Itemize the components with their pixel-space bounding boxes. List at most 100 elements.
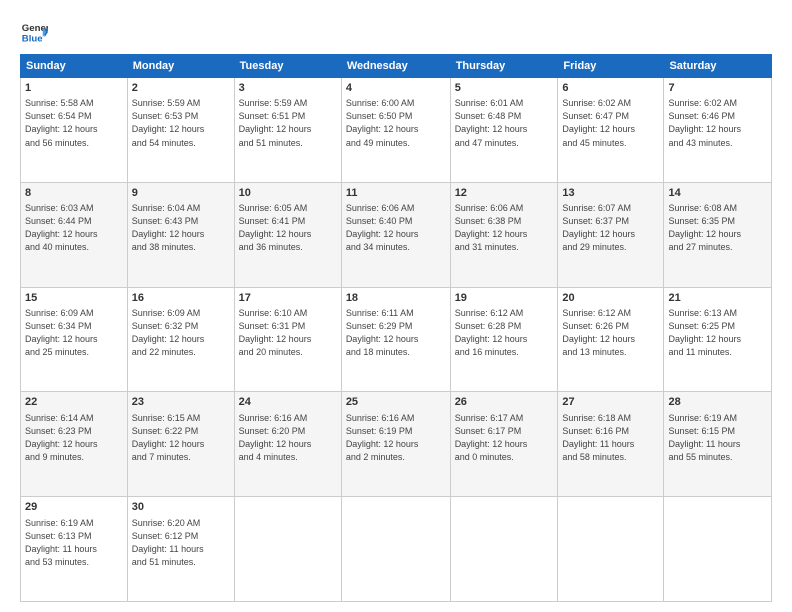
col-header-sunday: Sunday xyxy=(21,55,128,78)
calendar-cell: 8Sunrise: 6:03 AMSunset: 6:44 PMDaylight… xyxy=(21,182,128,287)
day-info: Sunrise: 6:13 AMSunset: 6:25 PMDaylight:… xyxy=(668,307,767,359)
day-info: Sunrise: 6:20 AMSunset: 6:12 PMDaylight:… xyxy=(132,517,230,569)
day-number: 6 xyxy=(562,81,659,96)
calendar-cell: 12Sunrise: 6:06 AMSunset: 6:38 PMDayligh… xyxy=(450,182,558,287)
calendar-cell: 18Sunrise: 6:11 AMSunset: 6:29 PMDayligh… xyxy=(341,287,450,392)
calendar-week-row: 29 Sunrise: 6:19 AMSunset: 6:13 PMDayligh… xyxy=(21,497,772,602)
logo: General Blue xyxy=(20,18,48,46)
day-info: Sunrise: 6:14 AMSunset: 6:23 PMDaylight:… xyxy=(25,412,123,464)
day-info: Sunrise: 6:11 AMSunset: 6:29 PMDaylight:… xyxy=(346,307,446,359)
day-info: Sunrise: 6:00 AMSunset: 6:50 PMDaylight:… xyxy=(346,97,446,149)
day-number: 28 xyxy=(668,395,767,410)
calendar-cell: 28 Sunrise: 6:19 AMSunset: 6:15 PMDayligh… xyxy=(664,392,772,497)
col-header-tuesday: Tuesday xyxy=(234,55,341,78)
page-header: General Blue xyxy=(20,18,772,46)
col-header-monday: Monday xyxy=(127,55,234,78)
calendar-cell: 27 Sunrise: 6:18 AMSunset: 6:16 PMDayligh… xyxy=(558,392,664,497)
calendar-cell: 3Sunrise: 5:59 AMSunset: 6:51 PMDaylight… xyxy=(234,78,341,183)
day-info: Sunrise: 6:16 AMSunset: 6:20 PMDaylight:… xyxy=(239,412,337,464)
day-number: 22 xyxy=(25,395,123,410)
day-info: Sunrise: 6:02 AMSunset: 6:46 PMDaylight:… xyxy=(668,97,767,149)
col-header-friday: Friday xyxy=(558,55,664,78)
calendar-table: SundayMondayTuesdayWednesdayThursdayFrid… xyxy=(20,54,772,602)
calendar-week-row: 1Sunrise: 5:58 AMSunset: 6:54 PMDaylight… xyxy=(21,78,772,183)
day-info: Sunrise: 6:09 AMSunset: 6:32 PMDaylight:… xyxy=(132,307,230,359)
calendar-cell: 5Sunrise: 6:01 AMSunset: 6:48 PMDaylight… xyxy=(450,78,558,183)
day-number: 18 xyxy=(346,291,446,306)
day-info: Sunrise: 5:59 AMSunset: 6:53 PMDaylight:… xyxy=(132,97,230,149)
day-number: 8 xyxy=(25,186,123,201)
day-info: Sunrise: 6:09 AMSunset: 6:34 PMDaylight:… xyxy=(25,307,123,359)
day-number: 3 xyxy=(239,81,337,96)
day-number: 26 xyxy=(455,395,554,410)
calendar-cell: 10Sunrise: 6:05 AMSunset: 6:41 PMDayligh… xyxy=(234,182,341,287)
day-info: Sunrise: 6:02 AMSunset: 6:47 PMDaylight:… xyxy=(562,97,659,149)
day-number: 14 xyxy=(668,186,767,201)
day-number: 1 xyxy=(25,81,123,96)
day-number: 11 xyxy=(346,186,446,201)
col-header-thursday: Thursday xyxy=(450,55,558,78)
calendar-cell: 7Sunrise: 6:02 AMSunset: 6:46 PMDaylight… xyxy=(664,78,772,183)
day-number: 30 xyxy=(132,500,230,515)
day-number: 16 xyxy=(132,291,230,306)
day-number: 13 xyxy=(562,186,659,201)
day-info: Sunrise: 6:04 AMSunset: 6:43 PMDaylight:… xyxy=(132,202,230,254)
day-info: Sunrise: 5:58 AMSunset: 6:54 PMDaylight:… xyxy=(25,97,123,149)
day-info: Sunrise: 6:15 AMSunset: 6:22 PMDaylight:… xyxy=(132,412,230,464)
day-number: 21 xyxy=(668,291,767,306)
day-info: Sunrise: 6:18 AMSunset: 6:16 PMDaylight:… xyxy=(562,412,659,464)
calendar-cell: 30 Sunrise: 6:20 AMSunset: 6:12 PMDayligh… xyxy=(127,497,234,602)
day-info: Sunrise: 6:06 AMSunset: 6:40 PMDaylight:… xyxy=(346,202,446,254)
day-number: 2 xyxy=(132,81,230,96)
day-info: Sunrise: 6:03 AMSunset: 6:44 PMDaylight:… xyxy=(25,202,123,254)
calendar-cell: 23 Sunrise: 6:15 AMSunset: 6:22 PMDayligh… xyxy=(127,392,234,497)
calendar-cell: 6Sunrise: 6:02 AMSunset: 6:47 PMDaylight… xyxy=(558,78,664,183)
day-info: Sunrise: 6:19 AMSunset: 6:13 PMDaylight:… xyxy=(25,517,123,569)
calendar-cell: 13Sunrise: 6:07 AMSunset: 6:37 PMDayligh… xyxy=(558,182,664,287)
day-number: 15 xyxy=(25,291,123,306)
day-info: Sunrise: 6:12 AMSunset: 6:28 PMDaylight:… xyxy=(455,307,554,359)
day-info: Sunrise: 6:01 AMSunset: 6:48 PMDaylight:… xyxy=(455,97,554,149)
day-info: Sunrise: 6:10 AMSunset: 6:31 PMDaylight:… xyxy=(239,307,337,359)
calendar-cell xyxy=(450,497,558,602)
calendar-cell xyxy=(234,497,341,602)
calendar-cell: 4Sunrise: 6:00 AMSunset: 6:50 PMDaylight… xyxy=(341,78,450,183)
day-number: 29 xyxy=(25,500,123,515)
day-info: Sunrise: 6:06 AMSunset: 6:38 PMDaylight:… xyxy=(455,202,554,254)
calendar-cell: 16Sunrise: 6:09 AMSunset: 6:32 PMDayligh… xyxy=(127,287,234,392)
calendar-cell: 11Sunrise: 6:06 AMSunset: 6:40 PMDayligh… xyxy=(341,182,450,287)
day-number: 17 xyxy=(239,291,337,306)
calendar-cell xyxy=(664,497,772,602)
day-info: Sunrise: 6:05 AMSunset: 6:41 PMDaylight:… xyxy=(239,202,337,254)
col-header-wednesday: Wednesday xyxy=(341,55,450,78)
day-info: Sunrise: 6:19 AMSunset: 6:15 PMDaylight:… xyxy=(668,412,767,464)
calendar-header-row: SundayMondayTuesdayWednesdayThursdayFrid… xyxy=(21,55,772,78)
day-number: 25 xyxy=(346,395,446,410)
day-info: Sunrise: 5:59 AMSunset: 6:51 PMDaylight:… xyxy=(239,97,337,149)
day-info: Sunrise: 6:17 AMSunset: 6:17 PMDaylight:… xyxy=(455,412,554,464)
calendar-week-row: 8Sunrise: 6:03 AMSunset: 6:44 PMDaylight… xyxy=(21,182,772,287)
day-number: 20 xyxy=(562,291,659,306)
day-number: 23 xyxy=(132,395,230,410)
day-info: Sunrise: 6:08 AMSunset: 6:35 PMDaylight:… xyxy=(668,202,767,254)
calendar-week-row: 22 Sunrise: 6:14 AMSunset: 6:23 PMDayligh… xyxy=(21,392,772,497)
calendar-cell: 25Sunrise: 6:16 AMSunset: 6:19 PMDayligh… xyxy=(341,392,450,497)
day-info: Sunrise: 6:12 AMSunset: 6:26 PMDaylight:… xyxy=(562,307,659,359)
day-number: 7 xyxy=(668,81,767,96)
calendar-cell: 19Sunrise: 6:12 AMSunset: 6:28 PMDayligh… xyxy=(450,287,558,392)
day-number: 4 xyxy=(346,81,446,96)
calendar-cell: 22 Sunrise: 6:14 AMSunset: 6:23 PMDayligh… xyxy=(21,392,128,497)
calendar-cell: 17Sunrise: 6:10 AMSunset: 6:31 PMDayligh… xyxy=(234,287,341,392)
day-number: 19 xyxy=(455,291,554,306)
calendar-cell: 26 Sunrise: 6:17 AMSunset: 6:17 PMDayligh… xyxy=(450,392,558,497)
day-number: 27 xyxy=(562,395,659,410)
calendar-cell xyxy=(341,497,450,602)
calendar-week-row: 15Sunrise: 6:09 AMSunset: 6:34 PMDayligh… xyxy=(21,287,772,392)
calendar-cell: 21Sunrise: 6:13 AMSunset: 6:25 PMDayligh… xyxy=(664,287,772,392)
calendar-cell xyxy=(558,497,664,602)
col-header-saturday: Saturday xyxy=(664,55,772,78)
day-number: 10 xyxy=(239,186,337,201)
day-number: 24 xyxy=(239,395,337,410)
calendar-cell: 20Sunrise: 6:12 AMSunset: 6:26 PMDayligh… xyxy=(558,287,664,392)
calendar-cell: 15Sunrise: 6:09 AMSunset: 6:34 PMDayligh… xyxy=(21,287,128,392)
